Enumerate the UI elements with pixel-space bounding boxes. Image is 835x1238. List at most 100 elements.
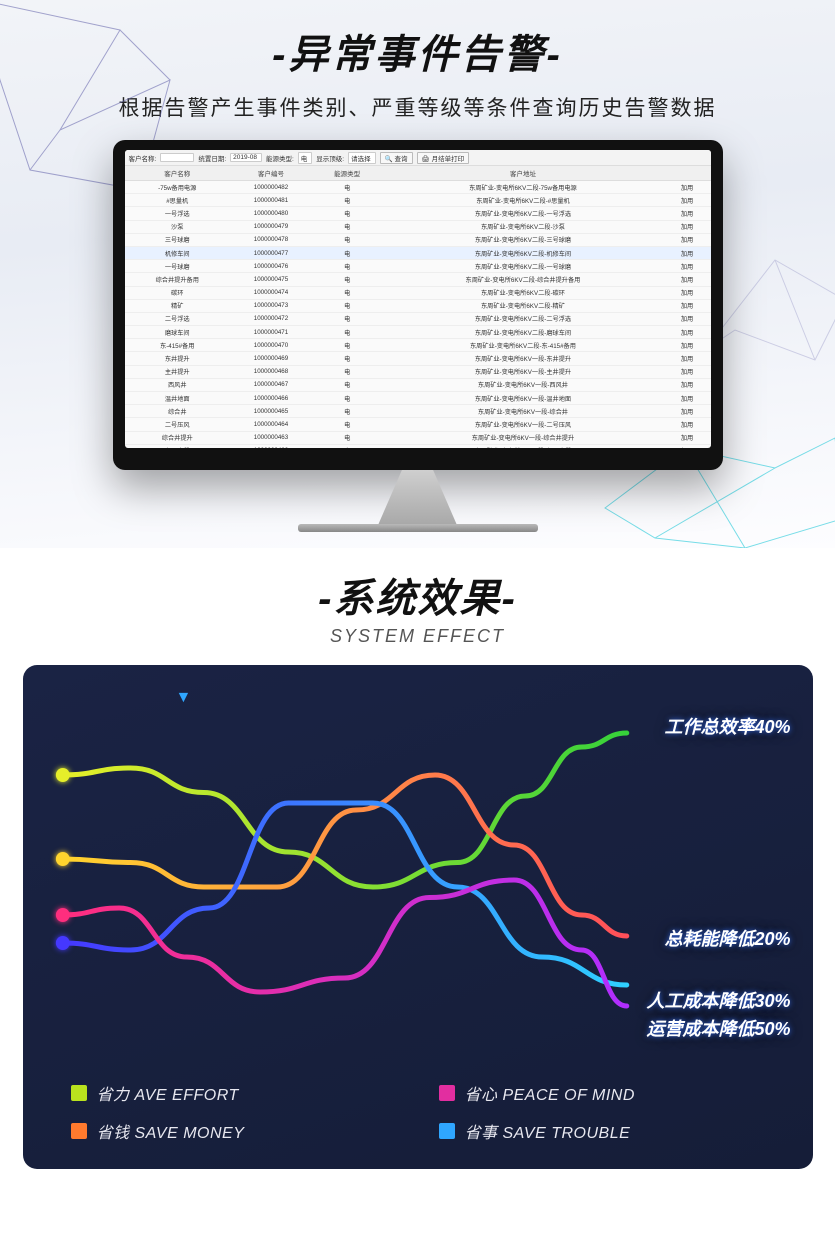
table-cell: 1000000463	[230, 431, 312, 444]
alarm-section: -异常事件告警- 根据告警产生事件类别、严重等级等条件查询历史告警数据 客户名称…	[0, 0, 835, 548]
table-header: 客户编号	[230, 166, 312, 181]
legend-swatch	[71, 1085, 87, 1101]
table-cell: 二号压风	[125, 418, 230, 431]
table-cell: 电	[312, 418, 382, 431]
table-row[interactable]: 主井提升1000000468电东周矿业-变电所6KV一段-主井提升加用	[125, 365, 711, 378]
table-cell: 电	[312, 194, 382, 207]
table-cell: 加用	[664, 181, 711, 194]
table-row[interactable]: 沙泵1000000479电东周矿业-变电所6KV二段-沙泵加用	[125, 220, 711, 233]
table-row[interactable]: 二号压风1000000464电东周矿业-变电所6KV一段-二号压风加用	[125, 418, 711, 431]
table-cell: 东周矿业-变电所6KV二段-一号球磨	[382, 260, 663, 273]
table-cell: 东周矿业-变电所6KV一段-西风井	[382, 378, 663, 391]
table-cell: 电	[312, 299, 382, 312]
table-cell: 电	[312, 326, 382, 339]
table-row[interactable]: 精矿1000000473电东周矿业-变电所6KV二段-精矿加用	[125, 299, 711, 312]
table-cell: 碳环	[125, 286, 230, 299]
table-cell: 温井地面	[125, 392, 230, 405]
table-row[interactable]: 综合井提升备用1000000475电东周矿业-变电所6KV二段-综合井提升备用加…	[125, 273, 711, 286]
alarm-table-panel: 客户名称: 统置日期: 2019-08 能源类型: 电 显示顶级: 请选择 🔍 …	[125, 150, 711, 448]
legend-item: 省事 SAVE TROUBLE	[439, 1119, 777, 1143]
series-end-label: 人工成本降低30%	[646, 987, 790, 1013]
table-cell: 东周矿业-变电所6KV二段-75w备用电源	[382, 181, 663, 194]
table-cell: 1000000462	[230, 444, 312, 448]
table-cell: 1000000467	[230, 378, 312, 391]
table-cell: 东周矿业-变电所6KV二段-二号浮选	[382, 312, 663, 325]
table-cell: 加用	[664, 260, 711, 273]
effect-title: -系统效果-	[0, 566, 835, 624]
series-end-label: 总耗能降低20%	[664, 925, 790, 951]
table-cell: 东周矿业-变电所6KV二段-精矿	[382, 299, 663, 312]
table-cell: 东周矿业-变电所6KV一段-二号压风	[382, 418, 663, 431]
input-type[interactable]: 电	[298, 152, 313, 164]
effect-subtitle: SYSTEM EFFECT	[0, 626, 835, 647]
table-row[interactable]: #思量机1000000481电东周矿业-变电所6KV二段-#思量机加用	[125, 194, 711, 207]
table-cell: 东周矿业-变电所6KV二段-#思量机	[382, 194, 663, 207]
table-row[interactable]: 机修车间1000000477电东周矿业-变电所6KV二段-机修车间加用	[125, 246, 711, 259]
table-cell: 电	[312, 444, 382, 448]
table-cell: 加用	[664, 392, 711, 405]
print-button[interactable]: 🖨 月结单打印	[417, 152, 470, 164]
table-cell: 1000000474	[230, 286, 312, 299]
table-row[interactable]: 综合井提升1000000463电东周矿业-变电所6KV一段-综合井提升加用	[125, 431, 711, 444]
table-cell: 东73中段	[125, 444, 230, 448]
table-cell: 东周矿业-变电所6KV一段-综合井	[382, 405, 663, 418]
label-top: 显示顶级:	[316, 153, 344, 163]
table-row[interactable]: 碳环1000000474电东周矿业-变电所6KV二段-碳环加用	[125, 286, 711, 299]
monitor-foot	[298, 524, 538, 532]
table-cell: 加用	[664, 299, 711, 312]
table-cell: 电	[312, 273, 382, 286]
table-cell: 电	[312, 431, 382, 444]
search-button[interactable]: 🔍 查询	[380, 152, 413, 164]
table-row[interactable]: 三号球磨1000000478电东周矿业-变电所6KV二段-三号球磨加用	[125, 233, 711, 246]
table-row[interactable]: 东73中段1000000462电东周矿业-变电所6KV一段-东73中段加用	[125, 444, 711, 448]
legend-swatch	[439, 1123, 455, 1139]
table-cell: 三号球磨	[125, 233, 230, 246]
table-cell: 电	[312, 365, 382, 378]
dropdown-triangle-icon[interactable]: ▼	[176, 689, 192, 707]
input-date[interactable]: 2019-08	[230, 153, 262, 162]
table-cell: 综合井	[125, 405, 230, 418]
table-cell: 1000000471	[230, 326, 312, 339]
input-name[interactable]	[160, 153, 194, 162]
table-cell: 西风井	[125, 378, 230, 391]
table-cell: 1000000481	[230, 194, 312, 207]
series-start-dot	[55, 908, 69, 922]
input-top[interactable]: 请选择	[348, 152, 376, 164]
table-row[interactable]: 温井地面1000000466电东周矿业-变电所6KV一段-温井地面加用	[125, 392, 711, 405]
table-cell: 1000000466	[230, 392, 312, 405]
table-header	[664, 166, 711, 181]
table-cell: 主井提升	[125, 365, 230, 378]
label-date: 统置日期:	[198, 153, 226, 163]
table-row[interactable]: 东井提升1000000469电东周矿业-变电所6KV一段-东井提升加用	[125, 352, 711, 365]
table-cell: 二号浮选	[125, 312, 230, 325]
table-cell: 一号浮选	[125, 207, 230, 220]
series-start-dot	[55, 768, 69, 782]
table-cell: 1000000469	[230, 352, 312, 365]
system-effect-section: -系统效果- SYSTEM EFFECT ▼ 工作总效率40%总耗能降低20%人…	[0, 548, 835, 1199]
alarm-toolbar: 客户名称: 统置日期: 2019-08 能源类型: 电 显示顶级: 请选择 🔍 …	[125, 150, 711, 166]
table-row[interactable]: 一号浮选1000000480电东周矿业-变电所6KV二段-一号浮选加用	[125, 207, 711, 220]
table-cell: 加用	[664, 286, 711, 299]
table-row[interactable]: 综合井1000000465电东周矿业-变电所6KV一段-综合井加用	[125, 405, 711, 418]
table-cell: 综合井提升备用	[125, 273, 230, 286]
table-cell: 1000000468	[230, 365, 312, 378]
table-cell: -75w备用电源	[125, 181, 230, 194]
table-row[interactable]: 东-415#备用1000000470电东周矿业-变电所6KV二段-东-415#备…	[125, 339, 711, 352]
table-cell: 电	[312, 339, 382, 352]
table-row[interactable]: 一号球磨1000000476电东周矿业-变电所6KV二段-一号球磨加用	[125, 260, 711, 273]
table-cell: 电	[312, 181, 382, 194]
monitor-frame: 客户名称: 统置日期: 2019-08 能源类型: 电 显示顶级: 请选择 🔍 …	[113, 140, 723, 532]
table-row[interactable]: 二号浮选1000000472电东周矿业-变电所6KV二段-二号浮选加用	[125, 312, 711, 325]
table-cell: 加用	[664, 273, 711, 286]
legend-swatch	[71, 1123, 87, 1139]
table-row[interactable]: 磨球车间1000000471电东周矿业-变电所6KV二段-磨球车间加用	[125, 326, 711, 339]
table-cell: 1000000476	[230, 260, 312, 273]
legend-swatch	[439, 1085, 455, 1101]
table-row[interactable]: -75w备用电源1000000482电东周矿业-变电所6KV二段-75w备用电源…	[125, 181, 711, 194]
table-header: 能源类型	[312, 166, 382, 181]
table-cell: 电	[312, 286, 382, 299]
table-cell: 电	[312, 220, 382, 233]
table-cell: 东-415#备用	[125, 339, 230, 352]
table-cell: 电	[312, 260, 382, 273]
table-row[interactable]: 西风井1000000467电东周矿业-变电所6KV一段-西风井加用	[125, 378, 711, 391]
